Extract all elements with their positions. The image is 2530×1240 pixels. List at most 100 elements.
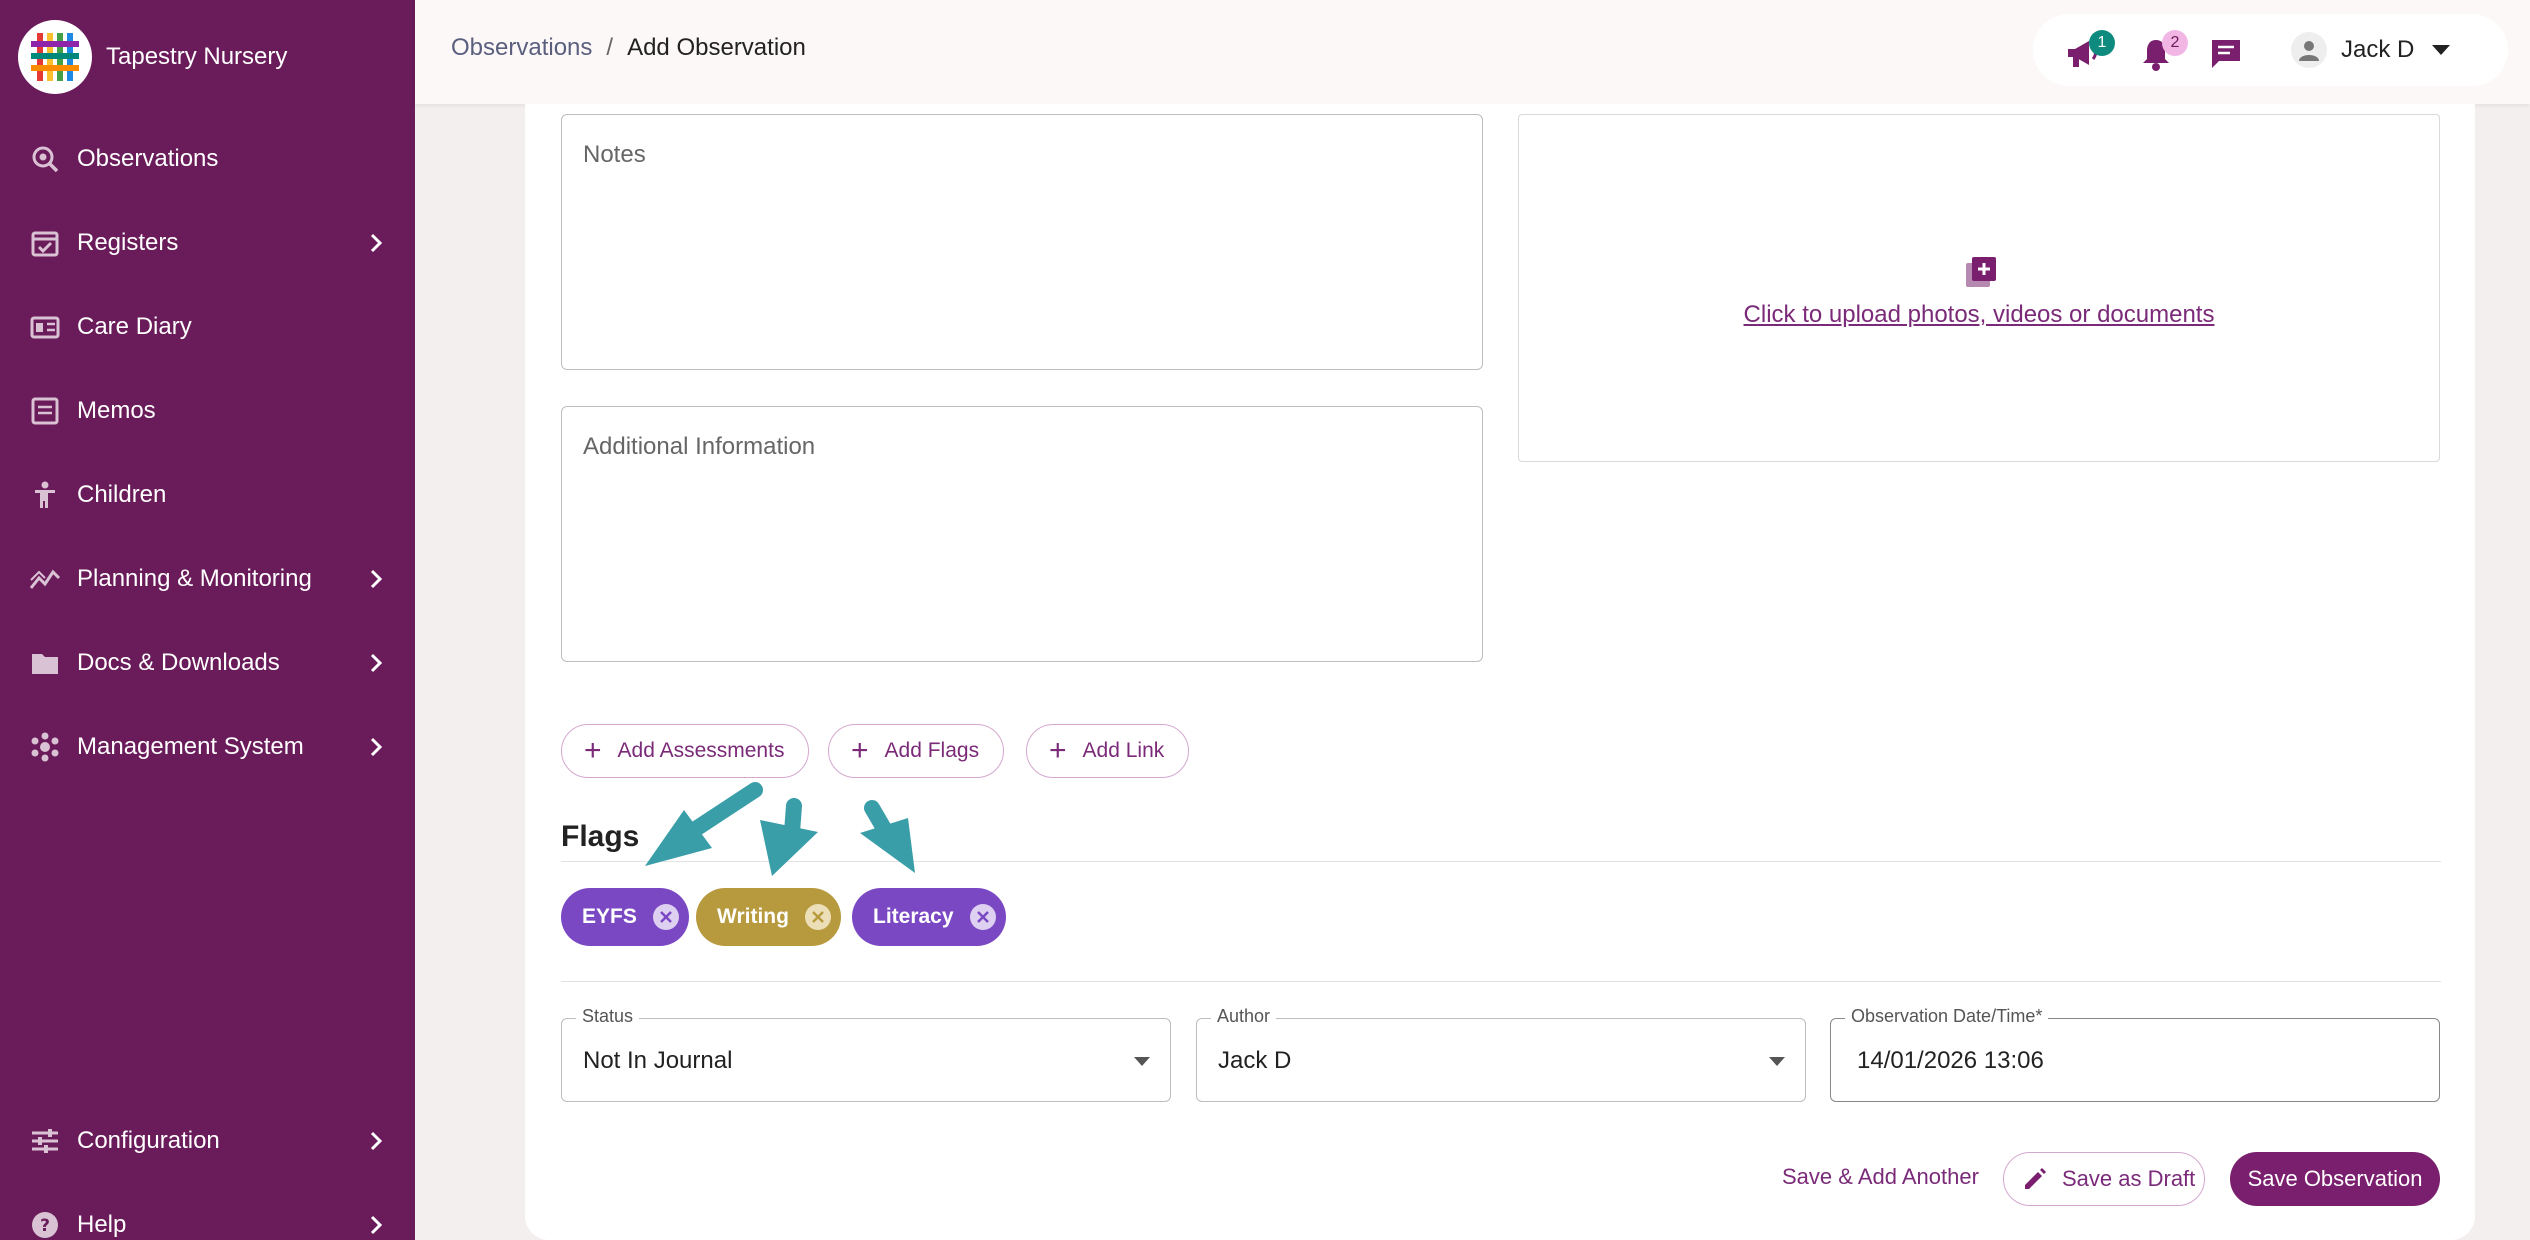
user-name: Jack D (2341, 36, 2415, 63)
flag-chip-literacy: Literacy (852, 888, 1006, 946)
notifications-badge: 2 (2162, 30, 2188, 56)
remove-flag-icon[interactable] (804, 904, 831, 930)
brand[interactable]: Tapestry Nursery (18, 20, 287, 94)
notes-placeholder: Notes (583, 141, 646, 168)
observation-form: Notes Additional Information Click to up… (525, 104, 2475, 1240)
upload-dropzone[interactable]: Click to upload photos, videos or docume… (1518, 114, 2440, 462)
flag-chip-label: EYFS (582, 905, 637, 928)
sidebar-item-memos[interactable]: Memos (0, 376, 415, 446)
status-label: Status (576, 1006, 640, 1027)
upload-link[interactable]: Click to upload photos, videos or docume… (1519, 301, 2439, 329)
chevron-right-icon (365, 1130, 387, 1152)
remove-flag-icon[interactable] (969, 904, 996, 930)
remove-flag-icon[interactable] (652, 904, 679, 930)
book-icon (28, 310, 62, 344)
add-link-button[interactable]: + Add Link (1026, 724, 1190, 778)
sidebar-item-docs-downloads[interactable]: Docs & Downloads (0, 628, 415, 698)
help-icon: ? (28, 1208, 62, 1240)
flag-chip-label: Writing (717, 905, 789, 928)
chevron-right-icon (365, 232, 387, 254)
flag-chip-writing: Writing (696, 888, 841, 946)
sidebar-item-children[interactable]: Children (0, 460, 415, 530)
author-label: Author (1211, 1006, 1277, 1027)
caret-down-icon (2432, 45, 2451, 55)
brand-name: Tapestry Nursery (106, 43, 288, 70)
announcements-badge: 1 (2089, 30, 2115, 56)
tapestry-logo-icon (18, 20, 92, 94)
folder-icon (28, 646, 62, 680)
add-assessments-label: Add Assessments (617, 739, 785, 762)
chevron-right-icon (365, 736, 387, 758)
chevron-right-icon (365, 1214, 387, 1236)
chevron-right-icon (365, 568, 387, 590)
sidebar-item-label: Management System (77, 733, 304, 760)
sidebar-item-label: Memos (77, 397, 156, 424)
author-select[interactable]: Author Jack D (1196, 1006, 1806, 1102)
plus-icon: + (851, 734, 869, 767)
notifications-button[interactable]: 2 (2136, 30, 2188, 74)
save-draft-button[interactable]: Save as Draft (2003, 1152, 2205, 1206)
add-link-label: Add Link (1082, 739, 1165, 762)
additional-info-placeholder: Additional Information (583, 433, 816, 460)
observation-datetime-field[interactable]: Observation Date/Time* 14/01/2026 13:06 (1830, 1006, 2440, 1102)
child-icon (28, 478, 62, 512)
magnify-eye-icon (28, 142, 62, 176)
save-add-another-button[interactable]: Save & Add Another (1782, 1164, 1979, 1190)
sidebar-item-label: Children (77, 481, 167, 508)
caret-down-icon (1769, 1057, 1785, 1066)
sidebar-item-care-diary[interactable]: Care Diary (0, 292, 415, 362)
sidebar-item-label: Care Diary (77, 313, 192, 340)
sidebar-item-help[interactable]: ? Help (0, 1190, 415, 1240)
svg-text:?: ? (40, 1216, 50, 1236)
flags-heading: Flags (561, 820, 640, 853)
sidebar-item-observations[interactable]: Observations (0, 124, 415, 194)
datetime-label: Observation Date/Time* (1845, 1006, 2049, 1027)
save-draft-label: Save as Draft (2062, 1166, 2196, 1191)
sidebar-item-label: Docs & Downloads (77, 649, 280, 676)
header-actions: 1 2 Jack D (2033, 14, 2508, 86)
sidebar-item-label: Planning & Monitoring (77, 565, 312, 592)
sidebar: Tapestry Nursery Observations Registers … (0, 0, 415, 1240)
flags-divider (561, 861, 2441, 862)
sidebar-item-management-system[interactable]: Management System (0, 712, 415, 782)
announcements-button[interactable]: 1 (2063, 30, 2115, 74)
memo-icon (28, 394, 62, 428)
top-header: Observations / Add Observation 1 2 Jack … (415, 0, 2530, 104)
add-media-icon (1964, 255, 1998, 289)
sidebar-item-registers[interactable]: Registers (0, 208, 415, 278)
sliders-icon (28, 1124, 62, 1158)
pencil-icon (2025, 1168, 2046, 1189)
sidebar-item-configuration[interactable]: Configuration (0, 1106, 415, 1176)
breadcrumb-observations-link[interactable]: Observations (451, 34, 592, 62)
status-select[interactable]: Status Not In Journal (561, 1006, 1171, 1102)
chart-line-icon (28, 562, 62, 596)
sidebar-item-label: Configuration (77, 1127, 220, 1154)
calendar-check-icon (28, 226, 62, 260)
author-value: Jack D (1218, 1047, 1292, 1074)
datetime-value: 14/01/2026 13:06 (1857, 1047, 2044, 1074)
section-divider (561, 981, 2441, 982)
sidebar-item-label: Observations (77, 145, 219, 172)
breadcrumb: Observations / Add Observation (451, 34, 806, 62)
save-observation-label: Save Observation (2247, 1166, 2423, 1191)
user-avatar-icon (2291, 32, 2327, 68)
save-observation-button[interactable]: Save Observation (2230, 1152, 2440, 1206)
notes-textarea[interactable]: Notes (561, 114, 1483, 370)
flag-chip-eyfs: EYFS (561, 888, 689, 946)
flag-chip-label: Literacy (873, 905, 954, 928)
caret-down-icon (1134, 1057, 1150, 1066)
chevron-right-icon (365, 652, 387, 674)
sidebar-item-label: Help (77, 1211, 127, 1238)
messages-button[interactable] (2206, 34, 2246, 74)
sidebar-item-label: Registers (77, 229, 179, 256)
add-flags-button[interactable]: + Add Flags (828, 724, 1005, 778)
plus-icon: + (584, 734, 602, 767)
user-menu[interactable]: Jack D (2291, 30, 2451, 70)
plus-icon: + (1049, 734, 1067, 767)
sidebar-item-planning-monitoring[interactable]: Planning & Monitoring (0, 544, 415, 614)
cluster-icon (28, 730, 62, 764)
add-flags-label: Add Flags (884, 739, 980, 762)
breadcrumb-separator: / (606, 34, 614, 61)
add-assessments-button[interactable]: + Add Assessments (561, 724, 810, 778)
additional-info-textarea[interactable]: Additional Information (561, 406, 1483, 662)
